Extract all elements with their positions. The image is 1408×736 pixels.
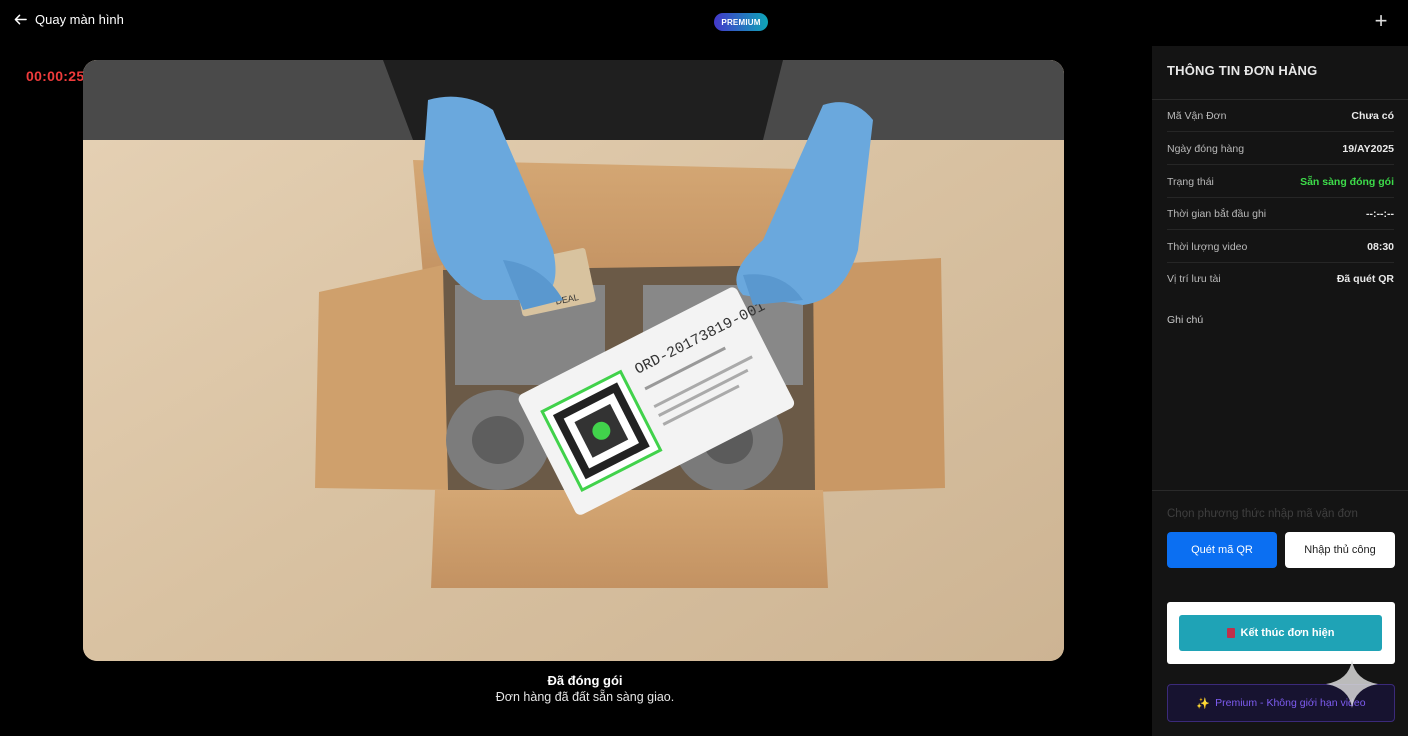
info-label: Trạng thái xyxy=(1167,175,1214,188)
recording-timer: 00:00:25 xyxy=(26,68,85,84)
info-label: Thời lượng video xyxy=(1167,240,1248,253)
arrow-left-icon xyxy=(14,14,27,25)
info-value: 08:30 xyxy=(1367,240,1394,253)
info-row-duration: Thời lượng video 08:30 xyxy=(1167,231,1394,263)
info-value: --:--:-- xyxy=(1366,207,1394,220)
sparkle-icon: ✨ xyxy=(1196,697,1211,710)
divider xyxy=(1152,490,1408,491)
info-label: Mã Vận Đơn xyxy=(1167,109,1227,122)
info-label: Ngày đóng hàng xyxy=(1167,142,1245,155)
info-row-tracking-code: Mã Vận Đơn Chưa có xyxy=(1167,100,1394,132)
caption-subtitle: Đơn hàng đã đất sẵn sàng giao. xyxy=(495,690,675,704)
order-info-panel: THÔNG TIN ĐƠN HÀNG Mã Vận Đơn Chưa có Ng… xyxy=(1152,46,1408,736)
video-preview: ORD-20173819-001 DEAL xyxy=(83,60,1064,661)
back-label: Quay màn hình xyxy=(35,12,124,27)
info-value: 19/AY2025 xyxy=(1342,142,1394,155)
info-row-location: Vị trí lưu tài Đã quét QR xyxy=(1167,263,1394,295)
sparkle-star-icon xyxy=(1326,660,1378,708)
stop-icon xyxy=(1226,628,1235,638)
panel-title: THÔNG TIN ĐƠN HÀNG xyxy=(1167,63,1318,78)
note-label: Ghi chú xyxy=(1167,314,1204,326)
top-bar: Quay màn hình PREMIUM + xyxy=(0,0,1408,44)
info-value: Chưa có xyxy=(1351,109,1394,122)
manual-entry-button[interactable]: Nhập thủ công xyxy=(1285,532,1395,568)
end-order-container: Kết thúc đơn hiện xyxy=(1167,602,1395,664)
choose-method-label: Chọn phương thức nhập mã vận đơn xyxy=(1167,508,1358,520)
info-label: Vị trí lưu tài xyxy=(1167,273,1221,285)
back-button[interactable]: Quay màn hình xyxy=(14,12,124,27)
scan-qr-button[interactable]: Quét mã QR xyxy=(1167,532,1277,568)
info-row-pack-date: Ngày đóng hàng 19/AY2025 xyxy=(1167,133,1394,165)
end-order-label: Kết thúc đơn hiện xyxy=(1240,627,1335,639)
info-row-status: Trạng thái Sẵn sàng đóng gói xyxy=(1167,166,1394,198)
caption-title: Đã đóng gói xyxy=(547,673,623,688)
plus-icon[interactable]: + xyxy=(1370,10,1392,32)
packing-scene-image: ORD-20173819-001 DEAL xyxy=(83,60,1064,661)
info-label: Thời gian bắt đầu ghi xyxy=(1167,207,1267,220)
premium-badge[interactable]: PREMIUM xyxy=(714,13,768,31)
info-row-start-time: Thời gian bắt đầu ghi --:--:-- xyxy=(1167,198,1394,230)
status-value: Sẵn sàng đóng gói xyxy=(1300,175,1394,188)
end-order-button[interactable]: Kết thúc đơn hiện xyxy=(1179,615,1382,651)
info-value: Đã quét QR xyxy=(1336,273,1394,285)
